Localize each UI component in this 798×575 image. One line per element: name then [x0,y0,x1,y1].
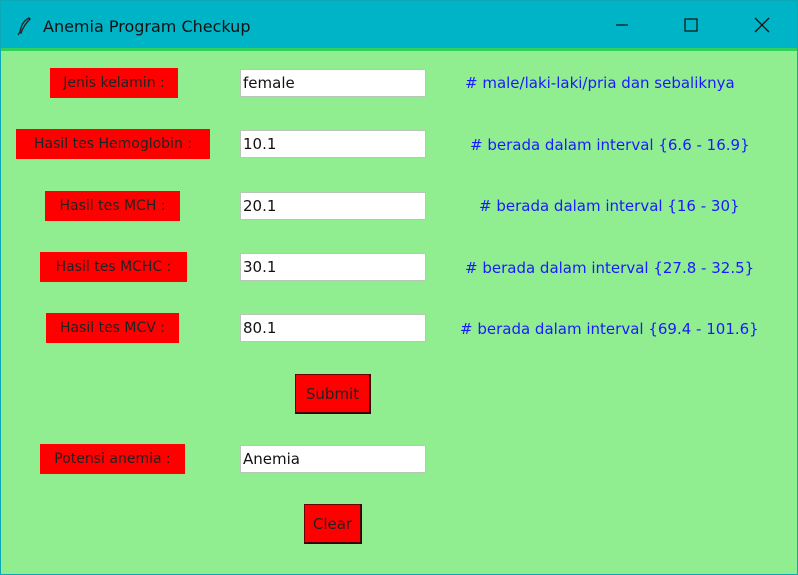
hint-mch: # berada dalam interval {16 - 30} [479,197,740,215]
hint-mchc: # berada dalam interval {27.8 - 32.5} [465,259,755,277]
mcv-input[interactable] [240,314,426,342]
app-window: Anemia Program Checkup Jenis kelamin : #… [0,0,798,575]
label-potensi-anemia: Potensi anemia : [40,444,185,474]
close-button[interactable] [739,1,785,48]
potensi-anemia-output[interactable] [240,445,426,473]
hint-hemoglobin: # berada dalam interval {6.6 - 16.9} [470,136,750,154]
mchc-input[interactable] [240,253,426,281]
close-icon [754,17,770,32]
jenis-kelamin-input[interactable] [240,69,426,97]
submit-button[interactable]: Submit [295,374,371,414]
hemoglobin-input[interactable] [240,130,426,158]
label-mcv: Hasil tes MCV : [46,313,179,343]
title-bar[interactable]: Anemia Program Checkup [1,1,797,51]
maximize-button[interactable] [668,1,714,48]
hint-mcv: # berada dalam interval {69.4 - 101.6} [460,320,759,338]
label-jenis-kelamin: Jenis kelamin : [50,68,178,98]
feather-icon [17,17,31,36]
clear-button[interactable]: Clear [304,504,362,544]
minimize-button[interactable] [599,1,645,48]
label-hemoglobin: Hasil tes Hemoglobin : [16,129,210,159]
window-title: Anemia Program Checkup [43,17,251,36]
label-mchc: Hasil tes MCHC : [40,252,187,282]
maximize-icon [684,17,698,32]
label-mch: Hasil tes MCH : [45,191,180,221]
hint-jenis-kelamin: # male/laki-laki/pria dan sebaliknya [465,74,735,92]
mch-input[interactable] [240,192,426,220]
minimize-icon [616,23,628,26]
